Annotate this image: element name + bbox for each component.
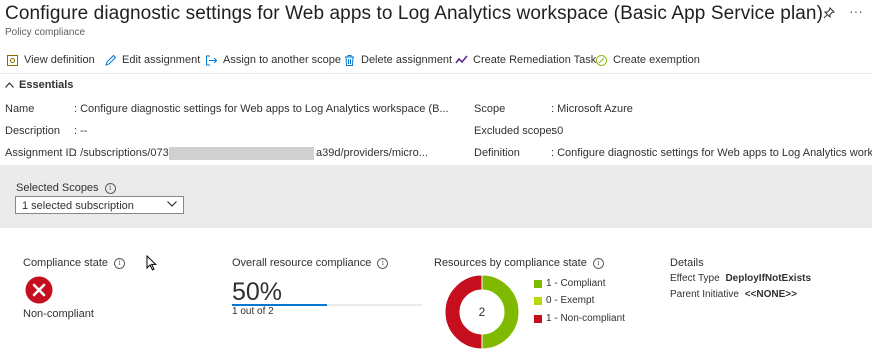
details-title: Details <box>670 257 704 269</box>
description-value: : -- <box>74 125 88 137</box>
parent-initiative-label: Parent Initiative <box>670 289 739 300</box>
assignment-id-value-end: a39d/providers/micro... <box>316 147 428 159</box>
definition-icon <box>7 54 18 66</box>
view-definition-button[interactable]: View definition <box>6 51 95 69</box>
excluded-scopes-label: Excluded scopes <box>474 125 558 137</box>
legend-swatch-noncompliant <box>534 315 542 323</box>
edit-assignment-label: Edit assignment <box>122 54 201 66</box>
error-icon <box>25 276 53 307</box>
chevron-down-icon <box>167 201 177 207</box>
name-value: : Configure diagnostic settings for Web … <box>74 103 449 115</box>
info-icon[interactable]: i <box>104 182 116 194</box>
overall-compliance-text: Overall resource compliance <box>232 257 372 269</box>
info-icon[interactable]: i <box>114 257 125 269</box>
resources-title: Resources by compliance state i <box>434 257 604 269</box>
exemption-icon <box>596 54 607 66</box>
create-exemption-button[interactable]: Create exemption <box>595 51 700 69</box>
edit-icon <box>105 54 117 66</box>
pin-icon[interactable] <box>823 7 835 22</box>
assign-scope-button[interactable]: Assign to another scope <box>205 51 341 69</box>
create-remediation-button[interactable]: Create Remediation Task <box>455 51 596 69</box>
assignment-id-label: Assignment ID <box>5 147 77 159</box>
overall-percent: 50% <box>232 278 283 306</box>
delete-icon <box>345 54 354 66</box>
page-subtitle: Policy compliance <box>5 27 86 38</box>
legend-noncompliant: 1 - Non-compliant <box>546 313 625 324</box>
effect-type-row: Effect Type DeployIfNotExists <box>670 273 811 284</box>
overall-detail: 1 out of 2 <box>232 306 274 317</box>
assignment-id-value-start: : /subscriptions/073d <box>74 147 175 159</box>
toolbar-divider <box>0 73 872 74</box>
info-icon[interactable]: i <box>592 257 604 269</box>
parent-initiative-row: Parent Initiative <<NONE>> <box>670 289 797 300</box>
chevron-up-icon <box>5 82 14 88</box>
more-icon[interactable]: ··· <box>849 3 863 19</box>
legend-compliant: 1 - Compliant <box>546 278 606 289</box>
assign-icon <box>206 55 218 65</box>
mouse-cursor-icon <box>146 254 158 274</box>
selected-scopes-text: Selected Scopes <box>16 182 99 194</box>
effect-type-value: DeployIfNotExists <box>725 273 812 284</box>
command-bar: View definition Edit assignment Assign t… <box>0 51 872 69</box>
legend-swatch-exempt <box>534 297 542 305</box>
edit-assignment-button[interactable]: Edit assignment <box>104 51 200 69</box>
scope-dropdown-value: 1 selected subscription <box>22 200 134 212</box>
remediation-icon <box>455 54 468 63</box>
view-definition-label: View definition <box>24 54 95 66</box>
definition-value[interactable]: : Configure diagnostic settings for Web … <box>551 147 872 159</box>
name-label: Name <box>5 103 35 115</box>
legend-swatch-compliant <box>534 280 542 288</box>
delete-assignment-button[interactable]: Delete assignment <box>343 51 452 69</box>
info-icon[interactable]: i <box>377 257 389 269</box>
scope-value: : Microsoft Azure <box>551 103 633 115</box>
selected-scopes-label: Selected Scopes i <box>16 182 116 194</box>
redacted-block <box>169 147 314 160</box>
compliance-state-title: Compliance state i <box>23 257 125 269</box>
description-label: Description <box>5 125 61 137</box>
overall-compliance-title: Overall resource compliance i <box>232 257 389 269</box>
compliance-status-text: Non-compliant <box>23 308 94 320</box>
definition-label: Definition <box>474 147 520 159</box>
scope-dropdown[interactable]: 1 selected subscription <box>15 196 184 214</box>
create-exemption-label: Create exemption <box>613 54 700 66</box>
scope-label: Scope <box>474 103 506 115</box>
create-remediation-label: Create Remediation Task <box>473 54 597 66</box>
essentials-toggle[interactable]: Essentials <box>5 79 73 91</box>
essentials-label: Essentials <box>19 79 74 91</box>
page-title: Configure diagnostic settings for Web ap… <box>5 3 824 24</box>
parent-initiative-value: <<NONE>> <box>744 289 797 300</box>
effect-type-label: Effect Type <box>670 273 720 284</box>
donut-total-label: 2 <box>479 305 486 319</box>
assign-scope-label: Assign to another scope <box>223 54 342 66</box>
excluded-scopes-value: : 0 <box>551 125 564 137</box>
delete-assignment-label: Delete assignment <box>361 54 453 66</box>
resources-title-text: Resources by compliance state <box>434 257 587 269</box>
resources-donut-chart: 2 <box>444 274 520 350</box>
compliance-state-text: Compliance state <box>23 257 108 269</box>
legend-exempt: 0 - Exempt <box>546 295 595 306</box>
